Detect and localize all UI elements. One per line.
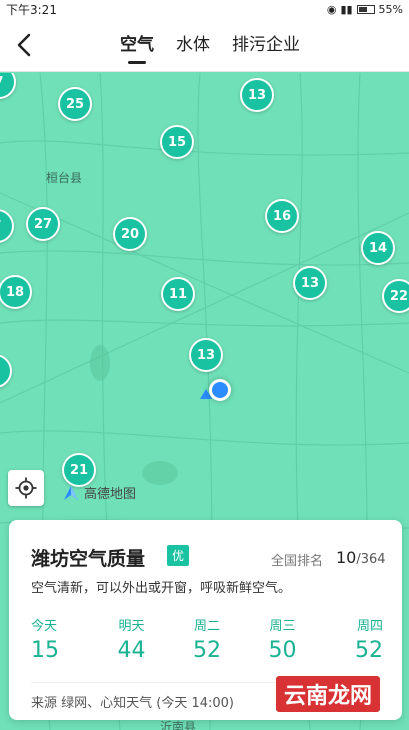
rank-total: /364 [356,552,386,567]
forecast-day: 周二 [193,619,220,634]
aqi-marker[interactable]: 15 [160,125,194,159]
back-button[interactable] [10,30,40,60]
county-label: 沂南县 [160,720,197,730]
amap-logo-text: 高德地图 [84,487,137,502]
forecast-day: 周四 [356,619,383,634]
forecast-day: 今天 [31,619,58,634]
forecast-item: 周三 50 [258,615,308,663]
aqi-marker[interactable]: 27 [26,207,60,241]
tab-polluters[interactable]: 排污企业 [232,18,300,72]
forecast-item: 明天 44 [107,615,157,663]
aqi-marker[interactable]: 13 [293,266,327,300]
aqi-marker[interactable]: 13 [240,78,274,112]
signal-icon: ▮▮ [340,2,353,16]
health-advice: 空气清新，可以外出或开窗，呼吸新鲜空气。 [31,581,292,596]
forecast-item: 今天 15 [31,615,81,663]
amap-logo: 高德地图 [62,483,136,502]
amap-logo-icon [64,485,78,500]
tab-air[interactable]: 空气 [120,18,154,72]
forecast-value: 52 [355,638,383,663]
battery-level: 55% [378,2,403,16]
battery-icon [356,4,375,14]
wifi-icon: ◉ [326,2,337,16]
forecast-day: 周三 [269,619,296,634]
aqi-marker[interactable]: 11 [161,277,195,311]
current-location-marker [209,379,231,401]
aqi-marker[interactable]: 20 [113,217,147,251]
aqi-marker[interactable]: 25 [58,87,92,121]
aqi-forecast: 今天 15 明天 44 周二 52 周三 50 周四 52 [31,615,383,663]
aqi-marker[interactable]: 16 [265,199,299,233]
aqi-marker[interactable]: 13 [189,338,223,372]
aqi-marker[interactable]: 21 [62,453,96,487]
tab-bar: 空气 水体 排污企业 [120,18,300,72]
city-air-quality-title: 潍坊空气质量 [31,548,146,570]
aqi-marker[interactable]: 14 [361,231,395,265]
county-label: 桓台县 [46,171,83,185]
forecast-value: 15 [31,638,59,663]
data-source: 来源 绿网、心知天气 (今天 14:00) [31,696,235,711]
forecast-item: 周二 52 [182,615,232,663]
national-rank-label: 全国排名 [271,554,324,569]
aqi-level-badge: 优 [167,545,190,566]
tab-water[interactable]: 水体 [176,18,210,72]
forecast-value: 44 [117,638,146,663]
forecast-item: 周四 52 [333,615,383,663]
chevron-left-icon [17,33,31,57]
status-time: 下午3:21 [6,2,57,17]
crosshair-icon [15,477,37,499]
status-bar: 下午3:21 ◉ ▮▮ 55% [0,0,409,18]
top-nav: 空气 水体 排污企业 [0,18,409,72]
aqi-marker[interactable]: 22 [382,279,409,313]
forecast-day: 明天 [118,619,145,634]
forecast-value: 50 [268,638,297,663]
forecast-value: 52 [193,638,221,663]
status-icons: ◉ ▮▮ 55% [327,3,403,16]
rank-value: 10 [336,548,357,567]
locate-button[interactable] [8,470,44,506]
site-watermark: 云南龙网 [276,676,381,712]
national-rank: 10/364 [336,548,386,567]
